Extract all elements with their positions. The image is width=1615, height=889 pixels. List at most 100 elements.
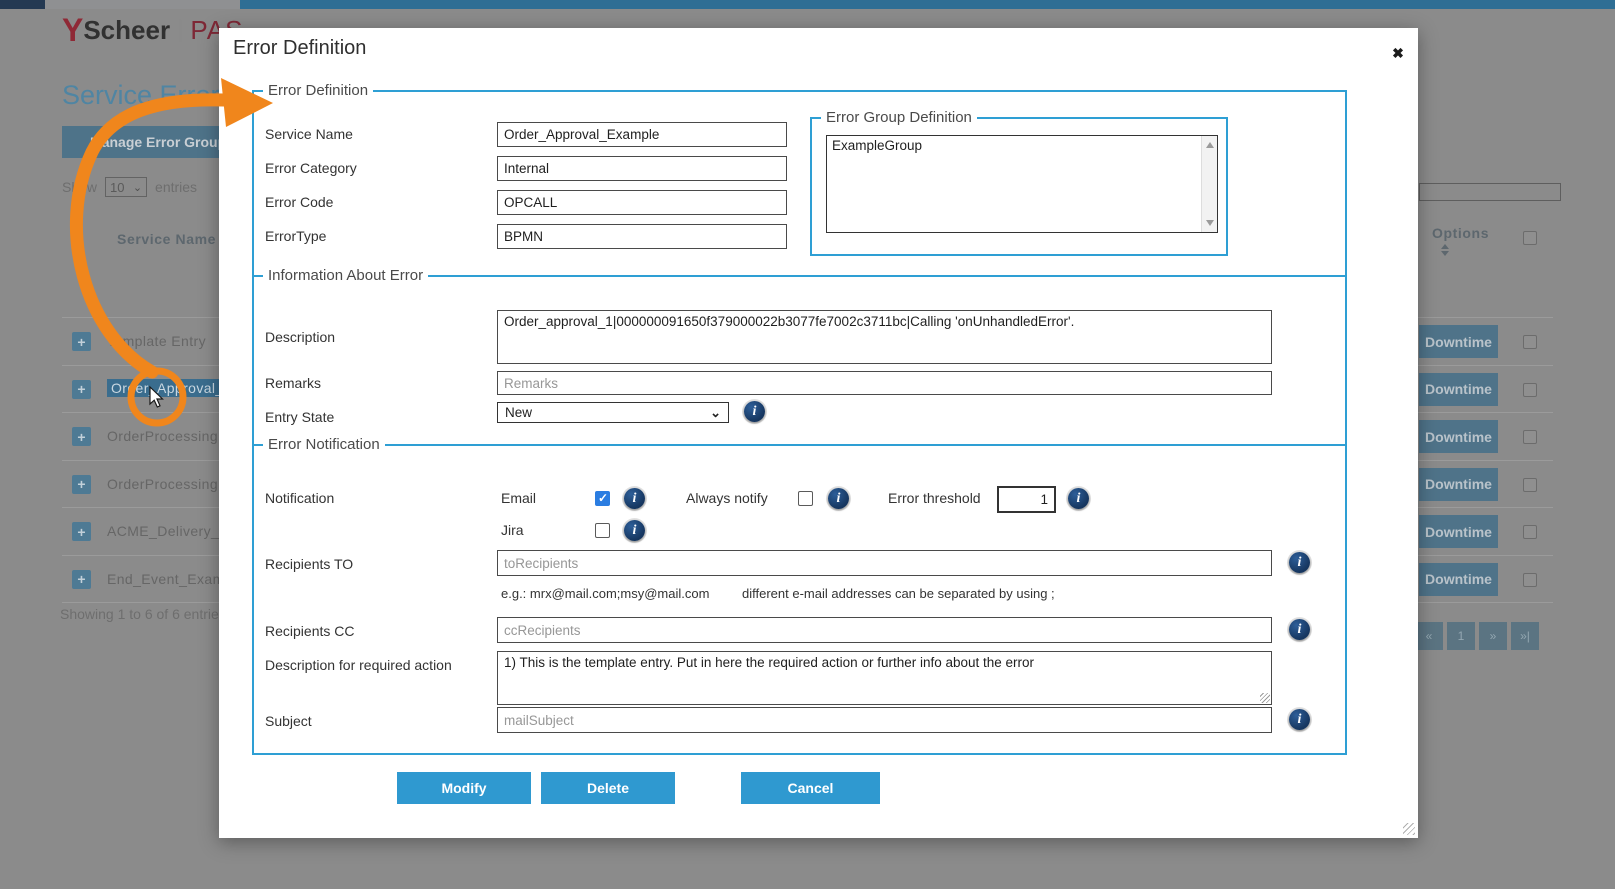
entry-state-label: Entry State	[265, 409, 334, 425]
remarks-label: Remarks	[265, 375, 321, 391]
info-icon[interactable]: i	[1289, 619, 1310, 640]
sort-icon[interactable]	[1441, 244, 1449, 258]
section-legend: Information About Error	[263, 267, 428, 284]
table-summary: Showing 1 to 6 of 6 entries	[60, 606, 226, 622]
pagination-last-button[interactable]: »|	[1511, 622, 1539, 650]
info-icon[interactable]: i	[1289, 709, 1310, 730]
pagination-next-button[interactable]: »	[1479, 622, 1507, 650]
email-checkbox[interactable]	[595, 491, 610, 506]
recipients-to-field[interactable]	[497, 550, 1272, 576]
logo-separator: |	[177, 16, 183, 44]
notification-label: Notification	[265, 490, 334, 506]
error-code-label: Error Code	[265, 194, 333, 210]
recipients-separator-hint: different e-mail addresses can be separa…	[742, 586, 1055, 601]
expand-row-icon[interactable]: +	[72, 380, 91, 399]
pagination-page-1-button[interactable]: 1	[1447, 622, 1475, 650]
scheer-pas-logo: Y Scheer | PAS	[62, 12, 243, 48]
service-name-label: Service Name	[265, 126, 353, 142]
description-label: Description	[265, 329, 335, 345]
row-checkbox[interactable]	[1523, 478, 1537, 492]
row-checkbox[interactable]	[1523, 335, 1537, 349]
table-search-input[interactable]	[1419, 183, 1561, 201]
chevron-down-icon: ⌄	[710, 405, 721, 421]
downtime-button[interactable]: Downtime	[1419, 515, 1498, 548]
expand-row-icon[interactable]: +	[72, 332, 91, 351]
remarks-field[interactable]	[497, 371, 1272, 395]
error-group-listbox[interactable]: ExampleGroup	[826, 135, 1218, 233]
row-checkbox[interactable]	[1523, 430, 1537, 444]
info-icon[interactable]: i	[744, 401, 765, 422]
service-name-cell: OrderProcessing	[107, 476, 218, 492]
downtime-button[interactable]: Downtime	[1419, 325, 1498, 358]
description-field[interactable]: Order_approval_1|000000091650f379000022b…	[497, 310, 1272, 364]
column-header-service-name[interactable]: Service Name	[117, 231, 216, 247]
info-icon[interactable]: i	[624, 520, 645, 541]
modal-title: Error Definition	[233, 37, 366, 60]
info-icon[interactable]: i	[1289, 552, 1310, 573]
downtime-button[interactable]: Downtime	[1419, 420, 1498, 453]
downtime-button[interactable]: Downtime	[1419, 468, 1498, 501]
jira-checkbox[interactable]	[595, 523, 610, 538]
error-group-item[interactable]: ExampleGroup	[827, 136, 1217, 155]
top-bar-navy-segment	[0, 0, 45, 9]
service-name-cell: Template Entry	[107, 333, 206, 349]
expand-row-icon[interactable]: +	[72, 570, 91, 589]
service-name-cell: OrderProcessing	[107, 428, 218, 444]
service-name-cell: End_Event_Exampl	[107, 571, 236, 587]
entries-label: entries	[155, 179, 197, 195]
email-label: Email	[501, 490, 536, 506]
screen: Y Scheer | PAS Service Error List Manage…	[0, 0, 1615, 889]
error-group-definition-section: Error Group Definition ExampleGroup	[810, 117, 1228, 256]
scroll-down-icon[interactable]	[1206, 220, 1214, 226]
top-bar-tab-segment	[45, 0, 240, 9]
info-icon[interactable]: i	[624, 488, 645, 509]
scheer-logo-mark-icon: Y	[62, 12, 81, 49]
page-size-value: 10	[110, 180, 124, 195]
recipients-cc-field[interactable]	[497, 617, 1272, 643]
pagination-first-button[interactable]: «	[1415, 622, 1443, 650]
pagination: « 1 » »|	[1415, 622, 1539, 650]
error-type-label: ErrorType	[265, 228, 326, 244]
scroll-up-icon[interactable]	[1206, 142, 1214, 148]
subject-field[interactable]	[497, 707, 1272, 733]
always-notify-checkbox[interactable]	[798, 491, 813, 506]
textarea-resize-handle[interactable]	[1260, 693, 1270, 703]
error-category-field[interactable]	[497, 156, 787, 181]
recipients-cc-label: Recipients CC	[265, 623, 354, 639]
required-action-field[interactable]: 1) This is the template entry. Put in he…	[497, 651, 1272, 705]
expand-row-icon[interactable]: +	[72, 475, 91, 494]
entry-state-select[interactable]: New ⌄	[497, 402, 729, 423]
error-notification-section: Error Notification Notification Email i …	[252, 444, 1347, 755]
error-type-field[interactable]	[497, 224, 787, 249]
info-icon[interactable]: i	[1068, 488, 1089, 509]
chevron-down-icon: ⌄	[133, 181, 142, 194]
error-definition-modal: Error Definition ✖ Error Definition Serv…	[219, 28, 1418, 838]
close-icon[interactable]: ✖	[1387, 42, 1409, 64]
expand-row-icon[interactable]: +	[72, 522, 91, 541]
cancel-button[interactable]: Cancel	[741, 772, 880, 804]
required-action-label: Description for required action	[265, 657, 452, 673]
subject-label: Subject	[265, 713, 312, 729]
downtime-button[interactable]: Downtime	[1419, 373, 1498, 406]
row-checkbox[interactable]	[1523, 525, 1537, 539]
logo-scheer-text: Scheer	[83, 15, 170, 46]
column-header-options[interactable]: Options	[1432, 225, 1489, 241]
row-checkbox[interactable]	[1523, 383, 1537, 397]
select-all-checkbox[interactable]	[1523, 231, 1537, 245]
error-code-field[interactable]	[497, 190, 787, 215]
downtime-button[interactable]: Downtime	[1419, 563, 1498, 596]
error-threshold-field[interactable]	[997, 486, 1056, 513]
row-checkbox[interactable]	[1523, 573, 1537, 587]
delete-button[interactable]: Delete	[541, 772, 675, 804]
expand-row-icon[interactable]: +	[72, 427, 91, 446]
info-icon[interactable]: i	[828, 488, 849, 509]
jira-label: Jira	[501, 522, 524, 538]
error-category-label: Error Category	[265, 160, 357, 176]
modal-resize-handle[interactable]	[1403, 823, 1415, 835]
page-size-select[interactable]: 10 ⌄	[105, 177, 147, 197]
listbox-scrollbar[interactable]	[1201, 136, 1217, 232]
recipients-example-hint: e.g.: mrx@mail.com;msy@mail.com	[501, 586, 709, 601]
service-name-field[interactable]	[497, 122, 787, 147]
top-bar	[0, 0, 1615, 9]
modify-button[interactable]: Modify	[397, 772, 531, 804]
